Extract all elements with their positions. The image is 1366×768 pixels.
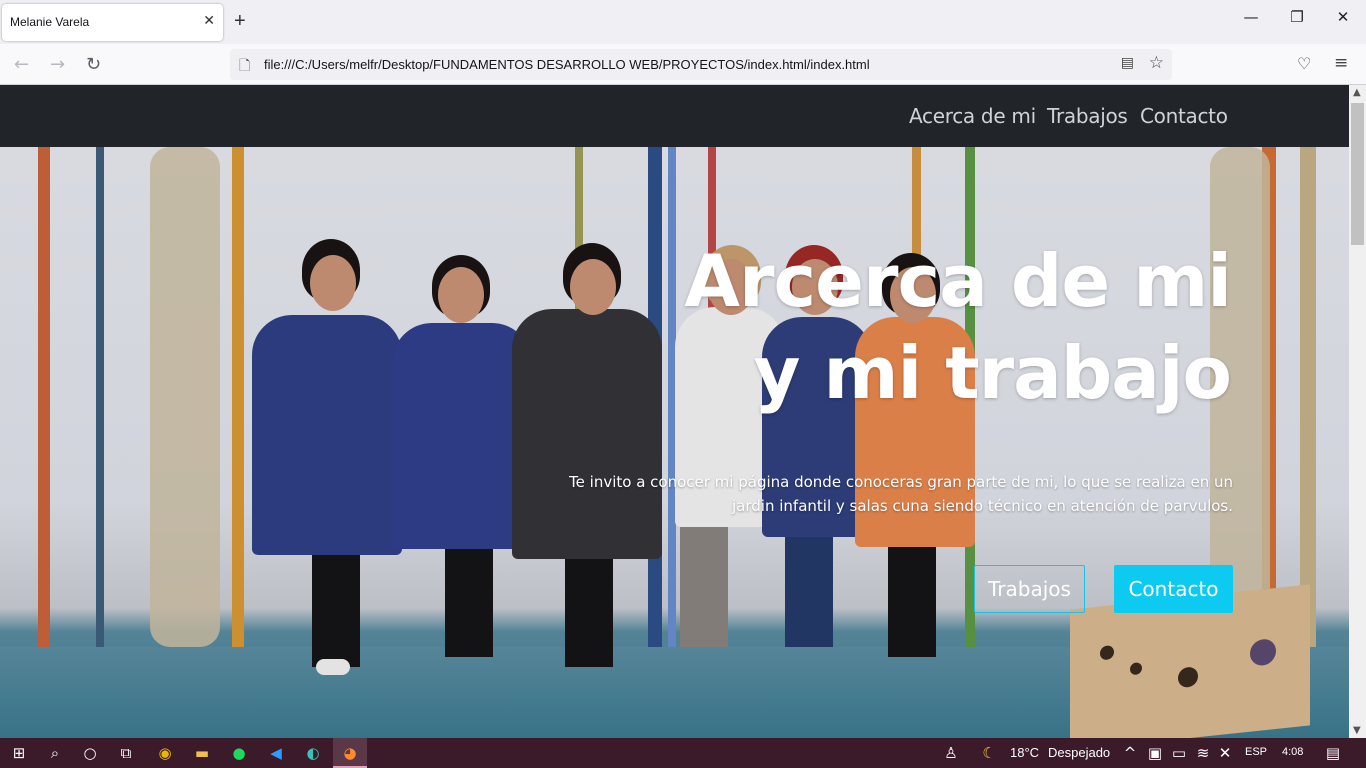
vscode-icon[interactable]: ◀ [265, 743, 287, 763]
page-icon: 🗋 [239, 58, 251, 74]
cortana-icon[interactable]: ○ [79, 743, 101, 763]
weather-desc[interactable]: Despejado [1048, 745, 1110, 760]
hero-title-line2: y mi trabajo [753, 331, 1232, 415]
battery-icon[interactable]: ▭ [1168, 743, 1190, 763]
chevron-up-icon[interactable]: ^ [1119, 743, 1141, 763]
hamburger-menu-icon[interactable]: ≡ [1334, 53, 1348, 73]
nav-link-contact[interactable]: Contacto [1140, 104, 1228, 128]
hero-text-line2: jardin infantil y salas cuna siendo técn… [732, 497, 1233, 515]
firefox-icon[interactable]: ◕ [339, 743, 361, 763]
pocket-icon[interactable]: ♡ [1297, 54, 1311, 73]
close-tab-icon[interactable]: ✕ [203, 13, 215, 29]
restore-icon[interactable]: ❐ [1274, 8, 1320, 36]
browser-tab[interactable]: Melanie Varela ✕ [2, 4, 223, 41]
people-icon[interactable]: ♙ [940, 743, 962, 763]
url-text[interactable]: file:///C:/Users/melfr/Desktop/FUNDAMENT… [264, 57, 870, 72]
forward-icon[interactable]: → [50, 54, 65, 75]
tab-title: Melanie Varela [10, 15, 90, 29]
browser-tab-bar: Melanie Varela ✕ + — ❐ ✕ [0, 0, 1366, 44]
weather-moon-icon[interactable]: ☾ [978, 743, 1000, 763]
scroll-up-icon[interactable]: ▲ [1353, 87, 1361, 98]
file-explorer-icon[interactable]: ▬ [191, 743, 213, 763]
contact-button[interactable]: Contacto [1114, 565, 1233, 613]
wifi-icon[interactable]: ≋ [1192, 743, 1214, 763]
hero-title-line1: Arcerca de mi [684, 239, 1232, 323]
back-icon[interactable]: ← [14, 54, 29, 75]
meet-icon[interactable]: ▣ [1144, 743, 1166, 763]
nav-link-about[interactable]: Acerca de mi [909, 104, 1036, 128]
hero-section: Arcerca de mi y mi trabajo Te invito a c… [0, 147, 1349, 738]
notification-icon[interactable]: ▤ [1322, 743, 1344, 763]
page-scrollbar[interactable]: ▲ ▼ [1349, 85, 1366, 738]
weather-temp[interactable]: 18°C [1010, 745, 1039, 760]
bookmark-star-icon[interactable]: ☆ [1149, 53, 1164, 73]
site-navbar: Acerca de mi Trabajos Contacto [0, 85, 1349, 147]
task-view-icon[interactable]: ⧉ [115, 743, 137, 763]
clock[interactable]: 4:08 [1282, 746, 1303, 758]
nav-link-work[interactable]: Trabajos [1047, 104, 1128, 128]
scroll-down-icon[interactable]: ▼ [1353, 725, 1361, 736]
browser-toolbar: ← → ↻ 🗋 file:///C:/Users/melfr/Desktop/F… [0, 44, 1366, 85]
hero-text-line1: Te invito a conocer mi página donde cono… [569, 473, 1233, 491]
windows-taskbar: ⊞ ⌕ ○ ⧉ ◉ ▬ ● ◀ ◐ ◕ ♙ ☾ 18°C Despejado ^… [0, 738, 1366, 768]
scrollbar-thumb[interactable] [1351, 103, 1364, 245]
window-close-icon[interactable]: ✕ [1320, 8, 1366, 36]
volume-muted-icon[interactable]: ✕ [1214, 743, 1236, 763]
search-icon[interactable]: ⌕ [44, 743, 66, 763]
reader-view-icon[interactable]: ▤ [1121, 55, 1134, 71]
spotify-icon[interactable]: ● [228, 743, 250, 763]
minimize-icon[interactable]: — [1228, 8, 1274, 36]
new-tab-icon[interactable]: + [234, 10, 246, 33]
chrome-icon[interactable]: ◉ [154, 743, 176, 763]
language-indicator[interactable]: ESP [1245, 746, 1267, 758]
address-bar[interactable]: 🗋 file:///C:/Users/melfr/Desktop/FUNDAME… [230, 49, 1172, 80]
windows-start-icon[interactable]: ⊞ [8, 743, 30, 763]
reload-icon[interactable]: ↻ [86, 54, 101, 75]
hero-description: Te invito a conocer mi página donde cono… [553, 470, 1233, 518]
work-button[interactable]: Trabajos [974, 565, 1085, 613]
page-viewport: Acerca de mi Trabajos Contacto Arcerca d… [0, 85, 1349, 738]
hero-title: Arcerca de mi y mi trabajo [684, 235, 1232, 419]
edge-icon[interactable]: ◐ [302, 743, 324, 763]
